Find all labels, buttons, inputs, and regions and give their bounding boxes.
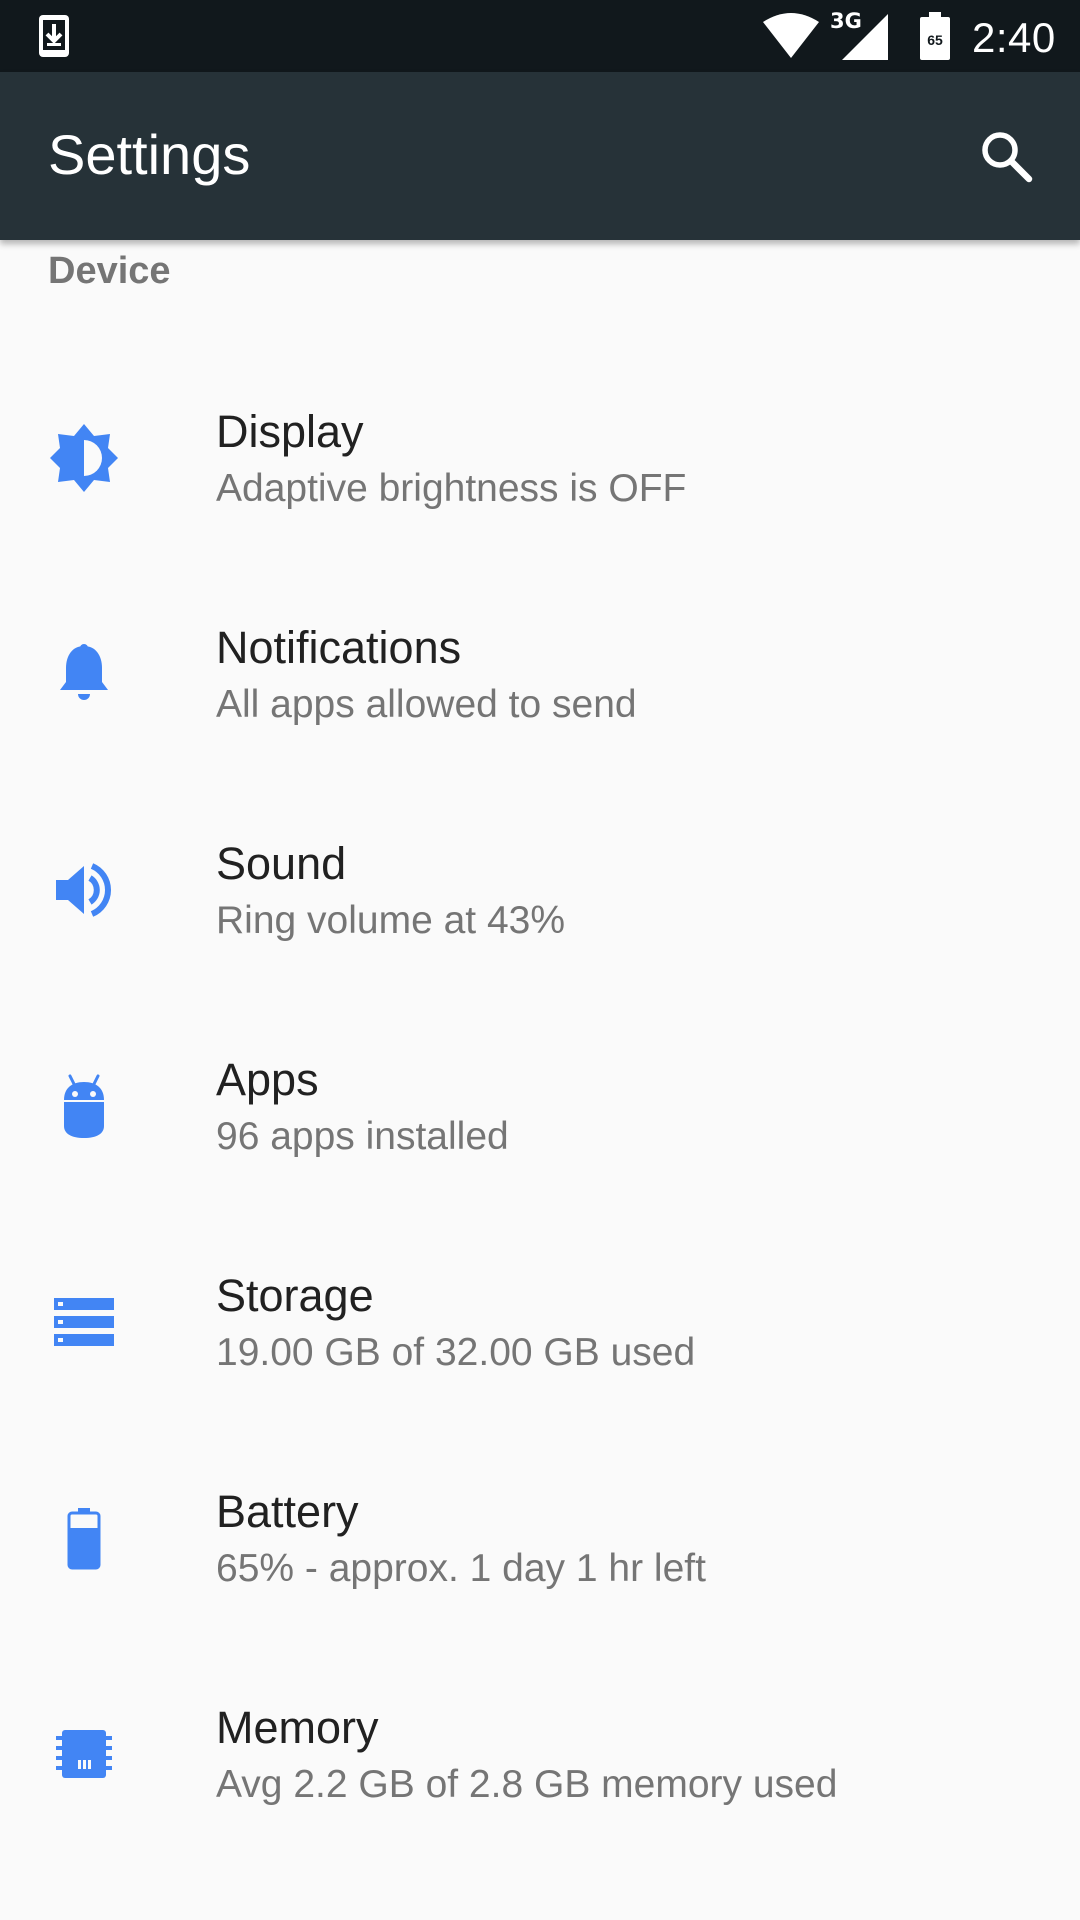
item-title: Display <box>216 406 364 457</box>
bell-icon <box>44 634 124 714</box>
storage-icon <box>44 1282 124 1362</box>
settings-item-battery[interactable]: Battery 65% - approx. 1 day 1 hr left <box>0 1430 1080 1646</box>
app-bar: Settings <box>0 72 1080 240</box>
battery-icon: 65 <box>920 12 950 60</box>
item-title: Storage <box>216 1270 374 1321</box>
wifi-icon <box>762 12 820 58</box>
settings-item-display[interactable]: Display Adaptive brightness is OFF <box>0 350 1080 566</box>
android-icon <box>44 1066 124 1146</box>
item-title: Notifications <box>216 622 462 673</box>
settings-item-sound[interactable]: Sound Ring volume at 43% <box>0 782 1080 998</box>
item-title: Sound <box>216 838 347 889</box>
item-summary: 96 apps installed <box>216 1115 509 1158</box>
download-icon <box>38 14 70 58</box>
settings-list: Display Adaptive brightness is OFF Notif… <box>0 350 1080 1862</box>
search-icon <box>982 132 1033 183</box>
item-title: Battery <box>216 1486 359 1537</box>
brightness-icon <box>44 418 124 498</box>
item-summary: 65% - approx. 1 day 1 hr left <box>216 1547 706 1590</box>
cell-signal-icon <box>840 12 890 60</box>
memory-icon <box>44 1714 124 1794</box>
settings-item-memory[interactable]: Memory Avg 2.2 GB of 2.8 GB memory used <box>0 1646 1080 1862</box>
item-summary: Avg 2.2 GB of 2.8 GB memory used <box>216 1763 838 1806</box>
item-title: Apps <box>216 1054 319 1105</box>
status-bar: 3G 65 2:40 <box>0 0 1080 72</box>
search-button[interactable] <box>966 116 1046 196</box>
item-summary: Adaptive brightness is OFF <box>216 467 687 510</box>
battery-icon <box>44 1498 124 1578</box>
settings-item-apps[interactable]: Apps 96 apps installed <box>0 998 1080 1214</box>
item-summary: Ring volume at 43% <box>216 899 566 942</box>
settings-item-storage[interactable]: Storage 19.00 GB of 32.00 GB used <box>0 1214 1080 1430</box>
section-header: Device <box>48 250 171 292</box>
clock: 2:40 <box>972 14 1056 61</box>
item-title: Memory <box>216 1702 379 1753</box>
volume-icon <box>44 850 124 930</box>
item-summary: 19.00 GB of 32.00 GB used <box>216 1331 696 1374</box>
item-summary: All apps allowed to send <box>216 683 637 726</box>
page-title: Settings <box>48 123 251 186</box>
settings-item-notifications[interactable]: Notifications All apps allowed to send <box>0 566 1080 782</box>
battery-level-text: 65 <box>927 32 943 48</box>
